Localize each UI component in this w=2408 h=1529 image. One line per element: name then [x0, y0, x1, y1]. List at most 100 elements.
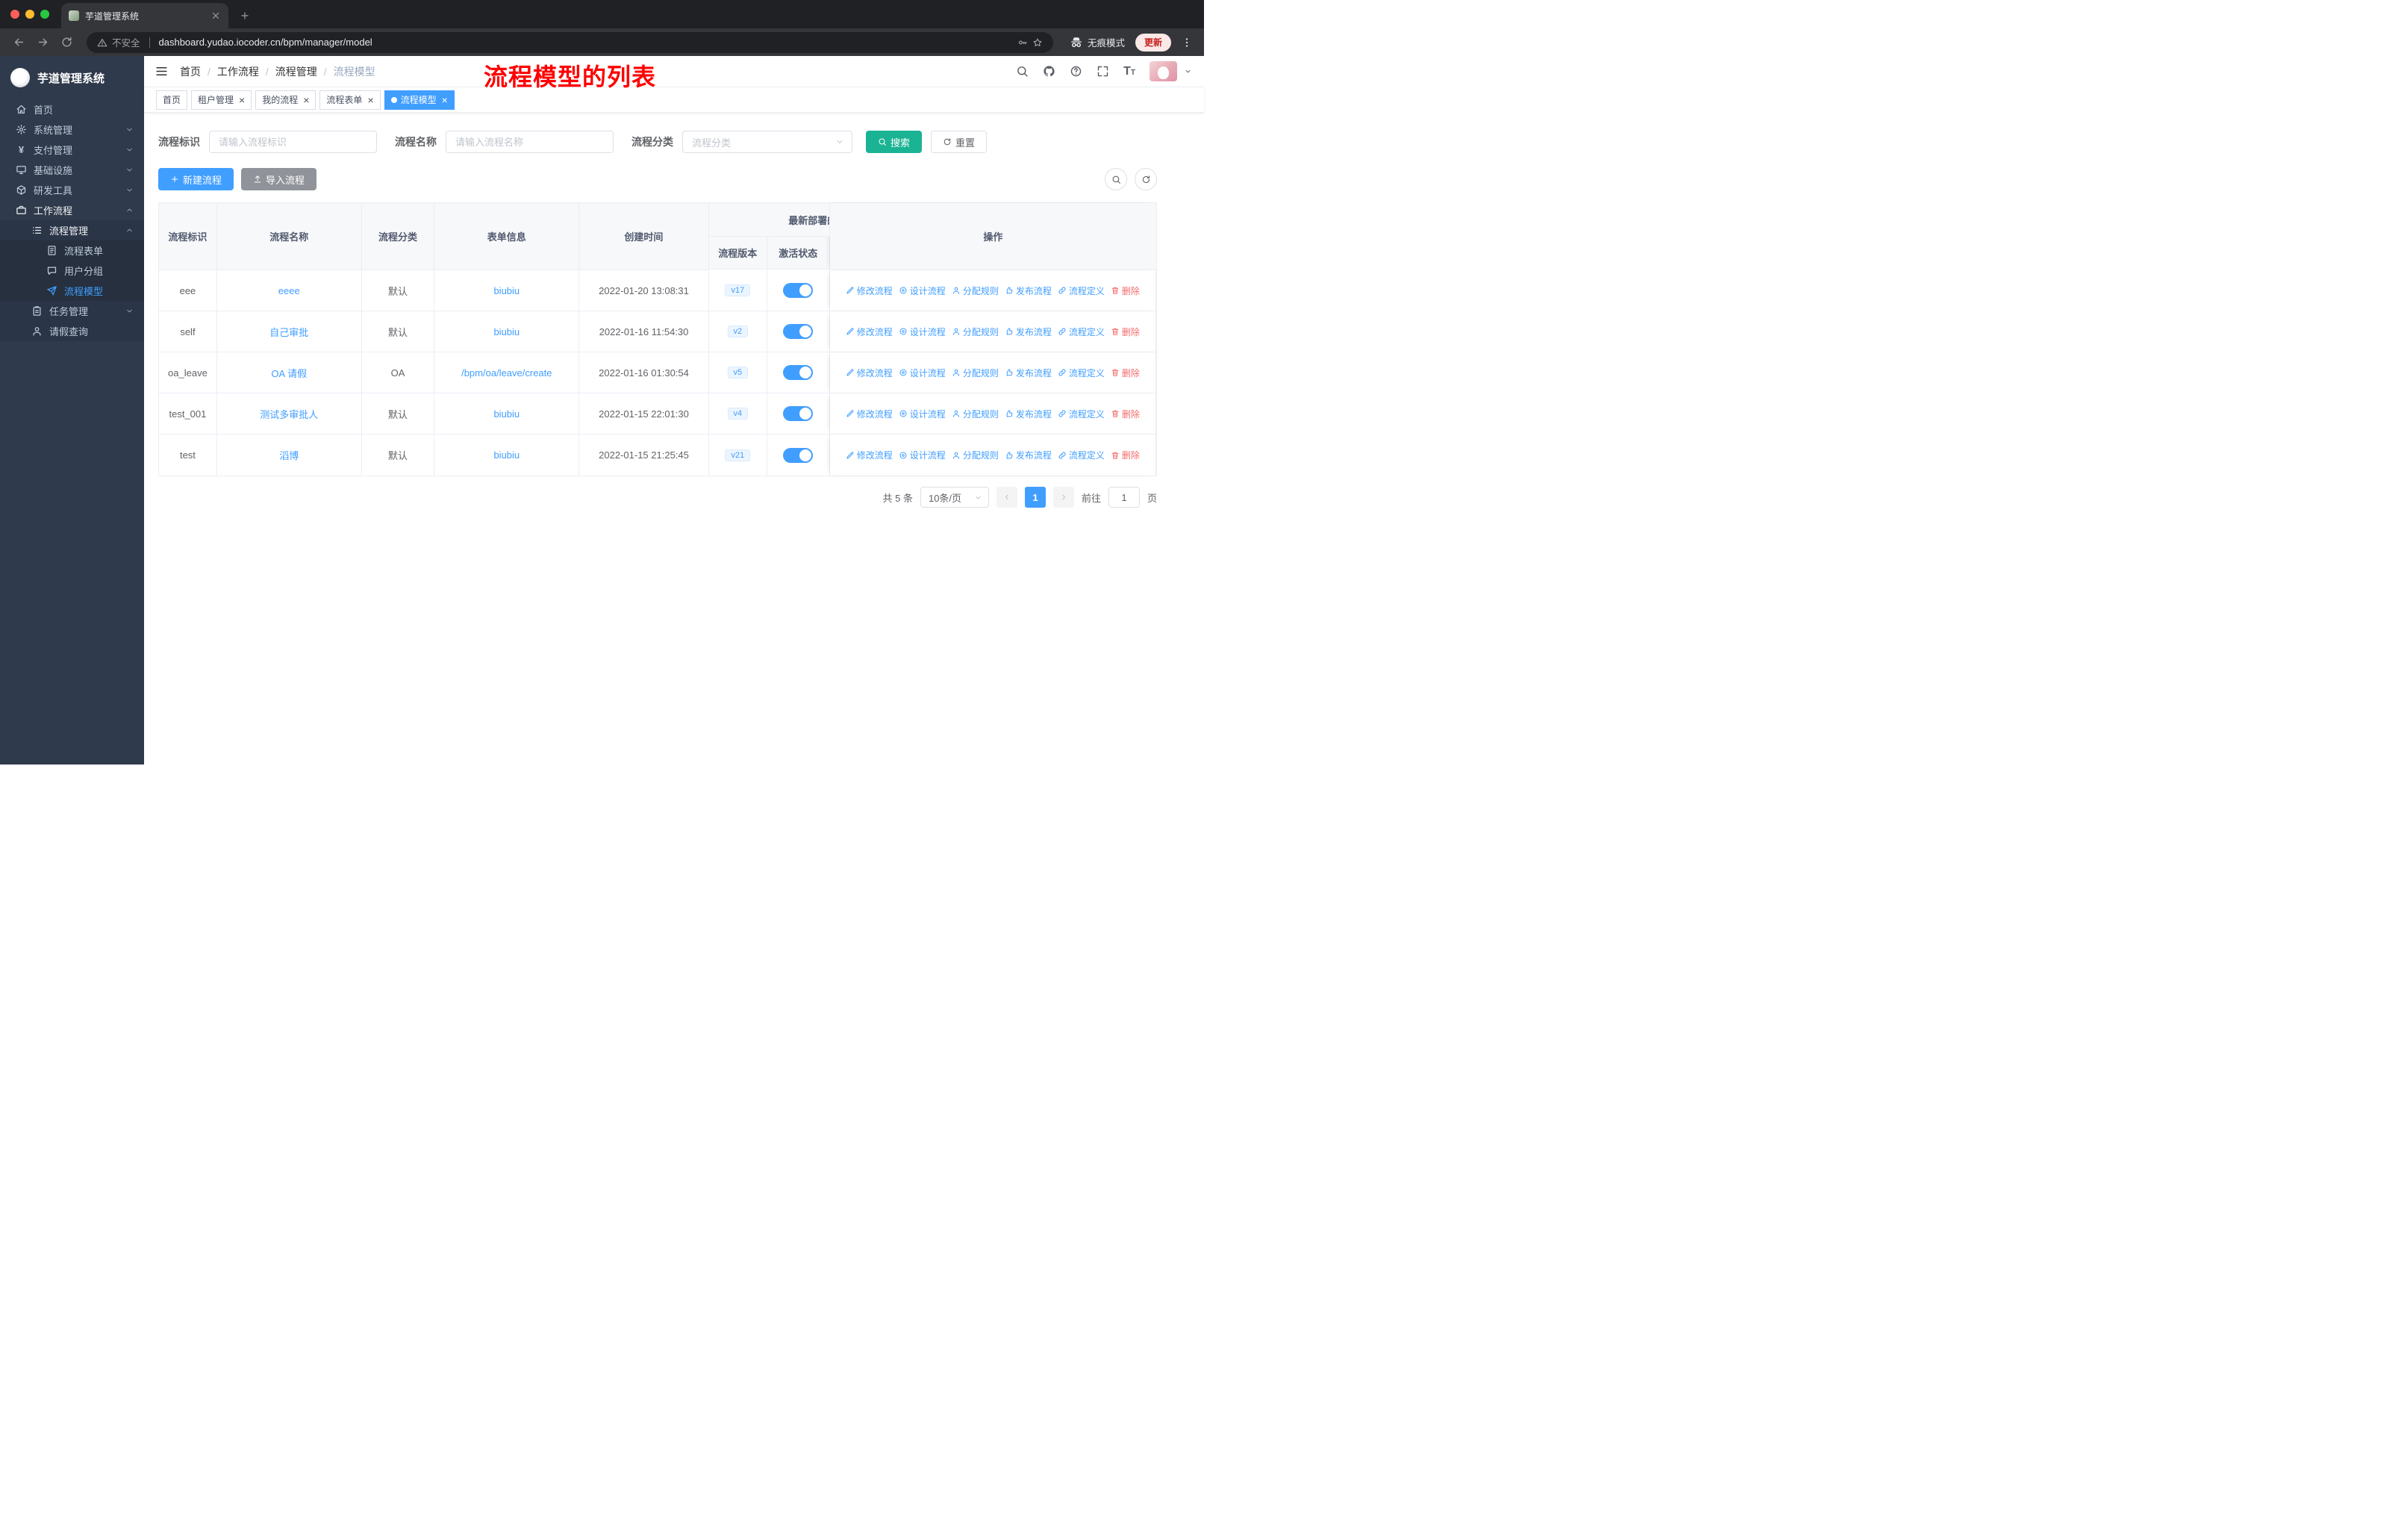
tab-close-icon[interactable]	[210, 10, 221, 21]
action-publish[interactable]: 发布流程	[1005, 326, 1052, 338]
action-delete[interactable]: 删除	[1111, 408, 1140, 420]
action-delete[interactable]: 删除	[1111, 449, 1140, 461]
sidebar-item-user-group[interactable]: 用户分组	[0, 261, 144, 281]
action-publish[interactable]: 发布流程	[1005, 367, 1052, 379]
new-tab-button[interactable]	[234, 5, 255, 26]
sidebar-toggle-icon[interactable]	[155, 64, 169, 78]
reset-button[interactable]: 重置	[931, 131, 988, 153]
goto-page-input[interactable]	[1108, 487, 1140, 508]
active-toggle[interactable]	[783, 447, 814, 463]
page-size-select[interactable]: 10条/页	[920, 487, 989, 508]
breadcrumb-item[interactable]: 首页	[180, 64, 201, 79]
action-definition[interactable]: 流程定义	[1058, 326, 1105, 338]
tag-close-icon[interactable]: ×	[367, 95, 373, 105]
browser-tab[interactable]: 芋道管理系统	[61, 3, 228, 28]
action-publish[interactable]: 发布流程	[1005, 449, 1052, 461]
tag-process-form[interactable]: 流程表单 ×	[319, 90, 381, 110]
action-definition[interactable]: 流程定义	[1058, 367, 1105, 379]
action-definition[interactable]: 流程定义	[1058, 284, 1105, 297]
action-assign[interactable]: 分配规则	[952, 408, 999, 420]
action-edit[interactable]: 修改流程	[846, 449, 893, 461]
minimize-window-button[interactable]	[25, 10, 34, 19]
action-delete[interactable]: 删除	[1111, 284, 1140, 297]
close-window-button[interactable]	[10, 10, 19, 19]
action-edit[interactable]: 修改流程	[846, 408, 893, 420]
back-button[interactable]	[9, 33, 28, 52]
form-link[interactable]: biubiu	[493, 449, 520, 461]
tag-close-icon[interactable]: ×	[442, 95, 448, 105]
filter-category-select[interactable]: 流程分类	[682, 131, 852, 153]
active-toggle[interactable]	[783, 365, 814, 380]
font-size-icon[interactable]: TT	[1123, 65, 1135, 78]
github-icon[interactable]	[1043, 65, 1055, 78]
sidebar-item-system[interactable]: 系统管理	[0, 119, 144, 140]
tag-close-icon[interactable]: ×	[239, 95, 245, 105]
action-assign[interactable]: 分配规则	[952, 284, 999, 297]
action-assign[interactable]: 分配规则	[952, 449, 999, 461]
form-link[interactable]: biubiu	[493, 285, 520, 296]
tag-my-process[interactable]: 我的流程 ×	[255, 90, 316, 110]
tag-tenant[interactable]: 租户管理 ×	[191, 90, 252, 110]
sidebar-item-devtools[interactable]: 研发工具	[0, 180, 144, 200]
action-delete[interactable]: 删除	[1111, 326, 1140, 338]
tag-home[interactable]: 首页	[156, 90, 188, 110]
process-name-link[interactable]: 滔博	[279, 448, 299, 462]
create-process-button[interactable]: 新建流程	[158, 168, 234, 190]
action-design[interactable]: 设计流程	[899, 408, 946, 420]
action-assign[interactable]: 分配规则	[952, 367, 999, 379]
action-design[interactable]: 设计流程	[899, 284, 946, 297]
fullscreen-icon[interactable]	[1097, 65, 1109, 78]
browser-update-button[interactable]: 更新	[1135, 33, 1171, 52]
sidebar-item-process-model[interactable]: 流程模型	[0, 281, 144, 301]
process-name-link[interactable]: eeee	[278, 285, 300, 296]
sidebar-item-infra[interactable]: 基础设施	[0, 160, 144, 180]
reload-button[interactable]	[57, 33, 76, 52]
action-edit[interactable]: 修改流程	[846, 367, 893, 379]
breadcrumb-item[interactable]: 工作流程	[217, 64, 259, 79]
filter-name-input[interactable]	[446, 131, 614, 153]
process-name-link[interactable]: 自己审批	[269, 325, 308, 339]
user-avatar[interactable]	[1150, 61, 1177, 81]
action-definition[interactable]: 流程定义	[1058, 408, 1105, 420]
sidebar-item-workflow[interactable]: 工作流程	[0, 200, 144, 220]
address-bar[interactable]: 不安全 dashboard.yudao.iocoder.cn/bpm/manag…	[87, 31, 1053, 53]
sidebar-item-leave-query[interactable]: 请假查询	[0, 321, 144, 341]
action-publish[interactable]: 发布流程	[1005, 408, 1052, 420]
action-definition[interactable]: 流程定义	[1058, 449, 1105, 461]
process-name-link[interactable]: OA 请假	[271, 366, 307, 380]
action-publish[interactable]: 发布流程	[1005, 284, 1052, 297]
sidebar-item-process-form[interactable]: 流程表单	[0, 240, 144, 261]
maximize-window-button[interactable]	[40, 10, 49, 19]
import-process-button[interactable]: 导入流程	[241, 168, 317, 190]
action-design[interactable]: 设计流程	[899, 326, 946, 338]
sidebar-item-home[interactable]: 首页	[0, 99, 144, 119]
active-toggle[interactable]	[783, 406, 814, 421]
filter-key-input[interactable]	[209, 131, 377, 153]
search-icon[interactable]	[1016, 65, 1029, 78]
bookmark-star-icon[interactable]	[1032, 37, 1043, 48]
action-design[interactable]: 设计流程	[899, 449, 946, 461]
form-link[interactable]: biubiu	[493, 326, 520, 337]
prev-page-button[interactable]	[996, 487, 1017, 508]
page-number-button[interactable]: 1	[1024, 487, 1046, 508]
refresh-table-button[interactable]	[1135, 168, 1157, 190]
form-link[interactable]: /bpm/oa/leave/create	[461, 367, 552, 379]
active-toggle[interactable]	[783, 283, 814, 298]
search-button[interactable]: 搜索	[866, 131, 923, 153]
avatar-caret-icon[interactable]	[1184, 67, 1192, 75]
process-name-link[interactable]: 测试多审批人	[260, 407, 318, 421]
action-edit[interactable]: 修改流程	[846, 326, 893, 338]
action-design[interactable]: 设计流程	[899, 367, 946, 379]
next-page-button[interactable]	[1052, 487, 1074, 508]
toggle-search-button[interactable]	[1105, 168, 1127, 190]
action-assign[interactable]: 分配规则	[952, 326, 999, 338]
forward-button[interactable]	[33, 33, 52, 52]
active-toggle[interactable]	[783, 324, 814, 339]
tag-close-icon[interactable]: ×	[303, 95, 309, 105]
breadcrumb-item[interactable]: 流程管理	[275, 64, 317, 79]
sidebar-item-process-mgmt[interactable]: 流程管理	[0, 220, 144, 240]
browser-menu-button[interactable]	[1179, 34, 1195, 51]
help-icon[interactable]	[1070, 65, 1082, 78]
sidebar-item-payment[interactable]: ¥ 支付管理	[0, 140, 144, 160]
password-key-icon[interactable]	[1017, 37, 1028, 48]
